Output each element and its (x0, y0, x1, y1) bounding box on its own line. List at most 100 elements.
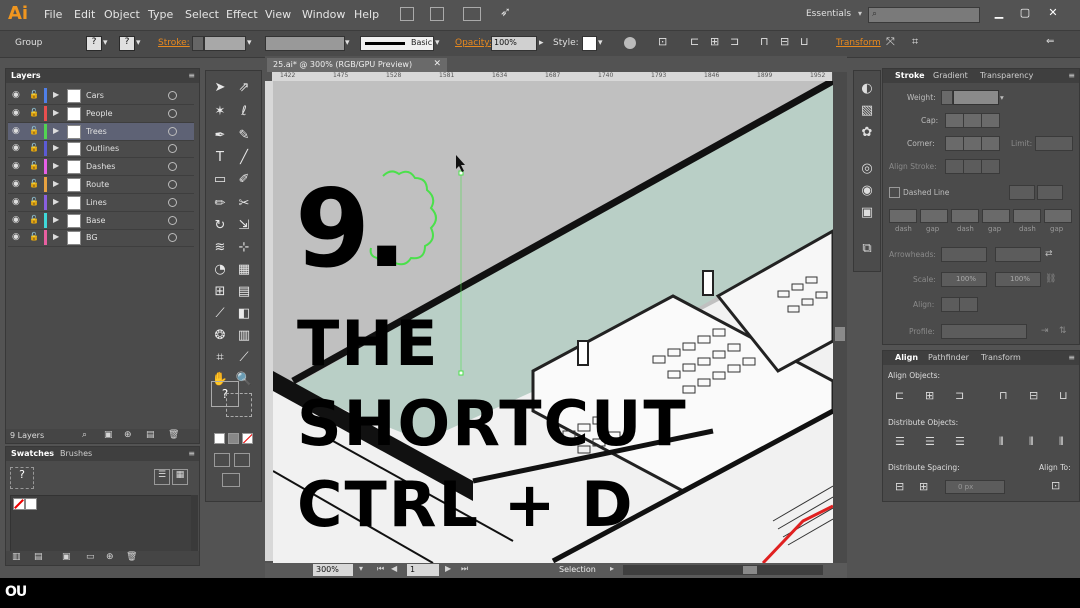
align-to-selection-icon[interactable]: ⊡ (658, 35, 667, 48)
list-view-icon[interactable]: ☰ (154, 469, 170, 485)
status-text[interactable]: Selection (559, 565, 596, 574)
gpu-performance-icon[interactable]: ➶ (500, 5, 511, 20)
curvature-tool-icon[interactable]: ✎ (234, 127, 254, 145)
arrow-tip-beyond-button[interactable] (941, 297, 960, 312)
vertical-distribute-space-icon[interactable]: ⊟ (895, 480, 904, 493)
visibility-eye-icon[interactable]: ◉ (12, 108, 22, 118)
swap-arrowheads-icon[interactable]: ⇄ (1045, 249, 1053, 259)
chevron-down-icon[interactable]: ▾ (435, 38, 440, 48)
layer-row-route[interactable]: ◉ 🔓 ▶ Route (8, 176, 194, 194)
menu-select[interactable]: Select (185, 8, 219, 21)
chevron-down-icon[interactable]: ▾ (136, 38, 141, 48)
align-stroke-center-button[interactable] (945, 159, 964, 174)
target-circle-icon[interactable] (168, 233, 177, 243)
expand-triangle-icon[interactable]: ▶ (53, 179, 59, 188)
scroll-thumb[interactable] (835, 327, 845, 341)
close-icon[interactable]: ✕ (433, 59, 441, 69)
screen-mode-icon[interactable] (222, 473, 240, 487)
eyedropper-tool-icon[interactable]: ⟋ (210, 305, 230, 323)
pencil-tool-icon[interactable]: ✏ (210, 195, 230, 213)
locate-object-icon[interactable]: ⌕ (82, 430, 87, 440)
preserve-dash-button[interactable] (1009, 185, 1035, 200)
variable-width-profile[interactable] (265, 36, 345, 51)
panel-menu-icon[interactable]: ≡ (1068, 353, 1075, 362)
horizontal-distribute-right-icon[interactable]: ⫴ (1059, 435, 1064, 449)
vertical-align-center-icon[interactable]: ⊟ (1029, 389, 1038, 402)
horizontal-align-center-icon[interactable]: ⊞ (925, 389, 934, 402)
brush-definition[interactable]: Basic (360, 36, 434, 51)
menu-edit[interactable]: Edit (74, 8, 95, 21)
dash-input[interactable] (951, 209, 979, 223)
expand-triangle-icon[interactable]: ▶ (53, 215, 59, 224)
layer-row-dashes[interactable]: ◉ 🔓 ▶ Dashes (8, 158, 194, 177)
search-input[interactable]: ⌕ (868, 7, 980, 23)
target-circle-icon[interactable] (168, 215, 177, 225)
align-top-icon[interactable]: ⊓ (760, 35, 769, 48)
align-dash-button[interactable] (1037, 185, 1063, 200)
line-segment-tool-icon[interactable]: ╱ (234, 149, 254, 167)
column-graph-tool-icon[interactable]: ▥ (234, 327, 254, 345)
arrowhead-start-select[interactable] (941, 247, 987, 262)
stroke-color-box[interactable] (226, 393, 252, 417)
lock-toggle[interactable]: 🔓 (29, 197, 39, 206)
visibility-eye-icon[interactable]: ◉ (12, 179, 22, 189)
layer-row-lines[interactable]: ◉ 🔓 ▶ Lines (8, 194, 194, 212)
expand-triangle-icon[interactable]: ▶ (53, 232, 59, 241)
panel-menu-icon[interactable]: ≡ (1068, 71, 1075, 80)
zoom-field[interactable]: 300% (313, 564, 353, 576)
pen-tool-icon[interactable]: ✒ (210, 127, 230, 145)
gap-input[interactable] (982, 209, 1010, 223)
opacity-label-link[interactable]: Opacity: (455, 38, 492, 48)
chevron-down-icon[interactable]: ▾ (247, 38, 252, 48)
stock-icon[interactable] (430, 7, 444, 21)
lock-toggle[interactable]: 🔓 (29, 161, 39, 170)
horizontal-align-right-icon[interactable]: ⊐ (955, 389, 964, 402)
isolate-group-icon[interactable]: ⌗ (912, 35, 918, 49)
menu-window[interactable]: Window (302, 8, 345, 21)
align-bottom-icon[interactable]: ⊔ (800, 35, 809, 48)
direct-selection-tool-icon[interactable]: ⇗ (234, 79, 254, 97)
menu-object[interactable]: Object (104, 8, 140, 21)
perspective-grid-tool-icon[interactable]: ▦ (234, 261, 254, 279)
layer-row-trees[interactable]: ◉ 🔓 ▶ Trees (8, 122, 194, 141)
type-tool-icon[interactable]: T (210, 149, 230, 167)
lasso-tool-icon[interactable]: ℓ (234, 103, 254, 121)
target-circle-icon[interactable] (168, 144, 177, 154)
rectangle-tool-icon[interactable]: ▭ (210, 171, 230, 189)
layer-row-cars[interactable]: ◉ 🔓 ▶ Cars (8, 87, 194, 105)
vertical-scrollbar[interactable] (833, 72, 847, 563)
tab-align[interactable]: Align (895, 353, 918, 362)
visibility-eye-icon[interactable]: ◉ (12, 215, 22, 225)
lock-toggle[interactable]: 🔓 (29, 143, 39, 152)
flip-across-icon[interactable]: ⇅ (1059, 326, 1067, 336)
scale-end-input[interactable]: 100% (995, 272, 1041, 287)
projecting-cap-button[interactable] (981, 113, 1000, 128)
target-circle-icon[interactable] (168, 162, 177, 172)
link-scale-icon[interactable]: ⛓ (1045, 274, 1056, 284)
layer-row-base[interactable]: ◉ 🔓 ▶ Base (8, 212, 194, 230)
scale-start-input[interactable]: 100% (941, 272, 987, 287)
magic-wand-tool-icon[interactable]: ✶ (210, 103, 230, 121)
arrowhead-end-select[interactable] (995, 247, 1041, 262)
grid-view-icon[interactable]: ▦ (172, 469, 188, 485)
arrange-documents-icon[interactable] (463, 7, 481, 21)
menu-file[interactable]: File (44, 8, 62, 21)
free-transform-icon[interactable]: ⤧ (886, 35, 895, 49)
show-swatch-kinds-icon[interactable]: ▤ (34, 552, 43, 562)
align-left-icon[interactable]: ⊏ (690, 35, 699, 48)
stroke-weight-stepper[interactable] (192, 36, 204, 51)
gap-input[interactable] (920, 209, 948, 223)
panel-menu-icon[interactable]: ⇐ (1046, 36, 1054, 47)
tab-gradient[interactable]: Gradient (933, 71, 968, 80)
new-layer-icon[interactable]: ▤ (146, 430, 155, 440)
visibility-eye-icon[interactable]: ◉ (12, 232, 22, 242)
swatch-libraries-icon[interactable]: ▥ (12, 552, 21, 562)
horizontal-align-left-icon[interactable]: ⊏ (895, 389, 904, 402)
graphic-style-swatch[interactable] (582, 36, 597, 51)
draw-inside-icon[interactable] (234, 453, 250, 467)
lock-toggle[interactable]: 🔓 (29, 108, 39, 117)
round-cap-button[interactable] (963, 113, 982, 128)
artboard[interactable]: 9. THE SHORTCUT CTRL + D (273, 81, 833, 563)
none-mode-icon[interactable] (242, 433, 253, 444)
slice-tool-icon[interactable]: ⟋ (234, 349, 254, 367)
